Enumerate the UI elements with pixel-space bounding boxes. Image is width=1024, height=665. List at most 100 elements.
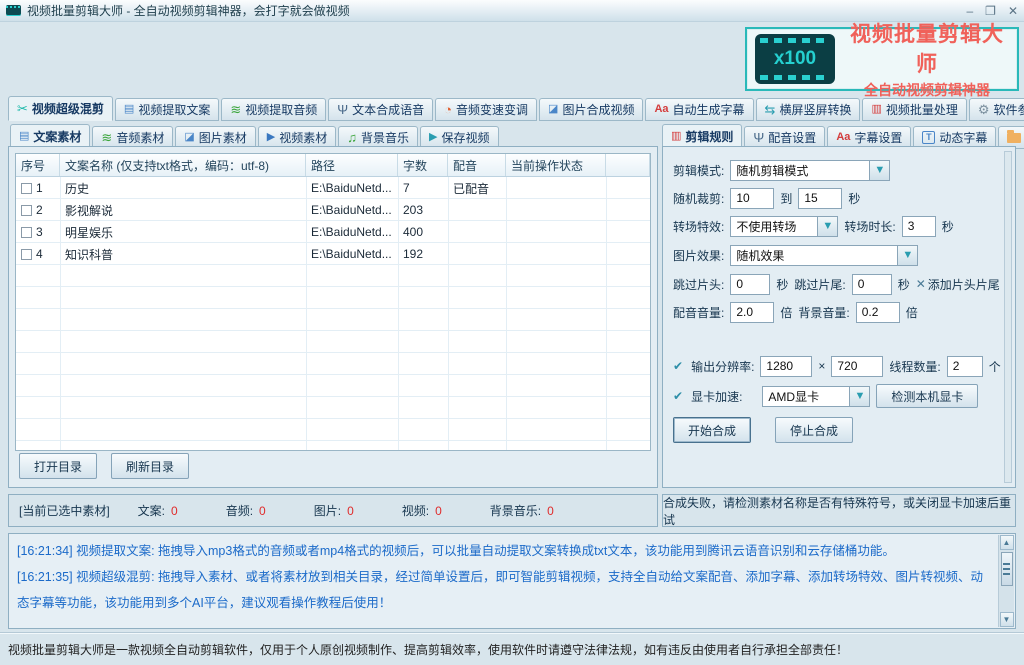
skip-head-input[interactable]: 0 bbox=[730, 274, 770, 295]
checkmark-icon[interactable]: ✔ bbox=[673, 389, 683, 403]
count-value: 0 bbox=[171, 504, 178, 518]
material-table: 序号 文案名称 (仅支持txt格式，编码：utf-8) 路径 字数 配音 当前操… bbox=[15, 153, 651, 451]
chevron-down-icon[interactable]: ▼ bbox=[818, 216, 838, 237]
col-header-words[interactable]: 字数 bbox=[398, 154, 448, 176]
tab-batch-process[interactable]: ▥ 视频批量处理 bbox=[862, 98, 966, 121]
resolution-label: 输出分辨率: bbox=[691, 358, 754, 375]
threads-label: 线程数量: bbox=[889, 358, 940, 375]
scroll-up-icon[interactable]: ▲ bbox=[1000, 535, 1014, 550]
col-header-name[interactable]: 文案名称 (仅支持txt格式，编码：utf-8) bbox=[60, 154, 306, 176]
document-icon: ▤ bbox=[19, 131, 29, 142]
transition-select[interactable]: 不使用转场 ▼ bbox=[730, 216, 838, 237]
row-checkbox[interactable] bbox=[21, 205, 32, 216]
gpu-select[interactable]: AMD显卡 ▼ bbox=[762, 386, 870, 407]
tab-label: 文案素材 bbox=[33, 128, 81, 145]
gear-icon: ⚙ bbox=[978, 103, 990, 116]
times-unit: 倍 bbox=[906, 304, 918, 321]
banner-title: 视频批量剪辑大师 bbox=[845, 18, 1009, 78]
image-effect-select[interactable]: 随机效果 ▼ bbox=[730, 245, 918, 266]
tab-video-super-mix[interactable]: ✂ 视频超级混剪 bbox=[8, 96, 113, 121]
skip-head-label: 跳过片头: bbox=[673, 276, 724, 293]
app-icon bbox=[6, 5, 21, 16]
microphone-icon: Ψ bbox=[753, 131, 764, 144]
seconds-unit: 秒 bbox=[776, 276, 788, 293]
transition-duration-input[interactable]: 3 bbox=[902, 216, 936, 237]
add-headtail-label[interactable]: 添加片头片尾 bbox=[928, 276, 1000, 293]
rotate-screen-icon: ⇆ bbox=[765, 103, 776, 116]
selected-audio-count: 音频:0 bbox=[226, 502, 266, 519]
threads-unit: 个 bbox=[989, 358, 1001, 375]
detect-gpu-button[interactable]: 检测本机显卡 bbox=[876, 384, 978, 408]
row-name: 影视解说 bbox=[60, 202, 306, 219]
chevron-down-icon[interactable]: ▼ bbox=[898, 245, 918, 266]
table-row[interactable]: 3 明星娱乐 E:\BaiduNetd... 400 bbox=[16, 221, 650, 243]
row-path: E:\BaiduNetd... bbox=[306, 203, 398, 217]
clip-mode-select[interactable]: 随机剪辑模式 ▼ bbox=[730, 160, 890, 181]
col-header-voice[interactable]: 配音 bbox=[448, 154, 506, 176]
batch-grid-icon: ▥ bbox=[871, 104, 881, 115]
row-checkbox[interactable] bbox=[21, 249, 32, 260]
chevron-down-icon[interactable]: ▼ bbox=[870, 160, 890, 181]
open-directory-button[interactable]: 打开目录 bbox=[19, 453, 97, 479]
x100-badge: x100 bbox=[774, 48, 816, 70]
tab-label: 动态字幕 bbox=[939, 129, 987, 146]
resolution-height-input[interactable]: 720 bbox=[831, 356, 883, 377]
row-checkbox[interactable] bbox=[21, 183, 32, 194]
scroll-down-icon[interactable]: ▼ bbox=[1000, 612, 1014, 627]
close-button[interactable]: ✕ bbox=[1008, 1, 1018, 21]
text-box-icon: T bbox=[922, 131, 935, 144]
start-synthesis-button[interactable]: 开始合成 bbox=[673, 417, 751, 443]
table-body: 1 历史 E:\BaiduNetd... 7 已配音 2 影视解说 E:\Bai… bbox=[16, 177, 650, 450]
table-row[interactable]: 1 历史 E:\BaiduNetd... 7 已配音 bbox=[16, 177, 650, 199]
threads-input[interactable]: 2 bbox=[947, 356, 983, 377]
bg-volume-input[interactable]: 0.2 bbox=[856, 302, 900, 323]
count-value: 0 bbox=[259, 504, 266, 518]
skip-tail-input[interactable]: 0 bbox=[852, 274, 892, 295]
tab-auto-subtitles[interactable]: Aa 自动生成字幕 bbox=[645, 98, 753, 121]
stop-synthesis-button[interactable]: 停止合成 bbox=[775, 417, 853, 443]
log-panel: [16:21:34] 视频提取文案: 拖拽导入mp3格式的音频或者mp4格式的视… bbox=[8, 533, 1016, 629]
checkmark-icon[interactable]: ✔ bbox=[673, 359, 683, 373]
tab-extract-audio[interactable]: ≋ 视频提取音频 bbox=[221, 98, 326, 121]
col-header-path[interactable]: 路径 bbox=[306, 154, 398, 176]
skip-tail-label: 跳过片尾: bbox=[794, 276, 845, 293]
tab-label: 软件参数设置 bbox=[994, 101, 1024, 118]
cross-icon[interactable]: ✕ bbox=[916, 277, 926, 291]
resolution-width-input[interactable]: 1280 bbox=[760, 356, 812, 377]
log-line: [16:21:34] 视频提取文案: 拖拽导入mp3格式的音频或者mp4格式的视… bbox=[17, 538, 989, 564]
table-row[interactable]: 4 知识科普 E:\BaiduNetd... 192 bbox=[16, 243, 650, 265]
refresh-directory-button[interactable]: 刷新目录 bbox=[111, 453, 189, 479]
tab-settings[interactable]: ⚙ 软件参数设置 bbox=[969, 98, 1024, 121]
count-value: 0 bbox=[547, 504, 554, 518]
tab-extract-text[interactable]: ▤ 视频提取文案 bbox=[115, 98, 219, 121]
synthesis-warning-bar: 合成失败，请检测素材名称是否有特殊符号，或关闭显卡加速后重试 bbox=[662, 494, 1016, 527]
tab-image-to-video[interactable]: ◪ 图片合成视频 bbox=[539, 98, 643, 121]
log-scrollbar[interactable]: ▲ ▼ bbox=[998, 535, 1014, 627]
chevron-down-icon[interactable]: ▼ bbox=[850, 386, 870, 407]
table-header-row: 序号 文案名称 (仅支持txt格式，编码：utf-8) 路径 字数 配音 当前操… bbox=[16, 154, 650, 177]
seconds-unit: 秒 bbox=[898, 276, 910, 293]
table-row[interactable]: 2 影视解说 E:\BaiduNetd... 203 bbox=[16, 199, 650, 221]
selected-text-count: 文案:0 bbox=[138, 502, 178, 519]
random-cut-from-input[interactable]: 10 bbox=[730, 188, 774, 209]
row-checkbox[interactable] bbox=[21, 227, 32, 238]
random-cut-to-input[interactable]: 15 bbox=[798, 188, 842, 209]
col-header-index[interactable]: 序号 bbox=[16, 154, 60, 176]
count-value: 0 bbox=[435, 504, 442, 518]
gpu-value: AMD显卡 bbox=[762, 386, 850, 407]
tab-label: 剪辑规则 bbox=[685, 128, 733, 145]
col-header-status[interactable]: 当前操作状态 bbox=[506, 154, 606, 176]
scrollbar-thumb[interactable] bbox=[1001, 552, 1013, 586]
tab-audio-speed-pitch[interactable]: ◔ 音频变速变调 bbox=[435, 98, 537, 121]
panel-scrollbar[interactable] bbox=[1004, 151, 1012, 483]
clip-rules-icon: ▥ bbox=[671, 131, 681, 142]
tab-text-to-speech[interactable]: Ψ 文本合成语音 bbox=[328, 98, 433, 121]
text-material-panel: 序号 文案名称 (仅支持txt格式，编码：utf-8) 路径 字数 配音 当前操… bbox=[8, 146, 658, 488]
log-line: [16:21:35] 视频超级混剪: 拖拽导入素材、或者将素材放到相关目录，经过… bbox=[17, 564, 989, 616]
tab-label: 背景音乐 bbox=[361, 129, 409, 146]
tab-orientation-convert[interactable]: ⇆ 横屏竖屏转换 bbox=[756, 98, 861, 121]
row-path: E:\BaiduNetd... bbox=[306, 181, 398, 195]
subtitle-aa-icon: Aa bbox=[654, 104, 668, 115]
count-value: 0 bbox=[347, 504, 354, 518]
voice-volume-input[interactable]: 2.0 bbox=[730, 302, 774, 323]
